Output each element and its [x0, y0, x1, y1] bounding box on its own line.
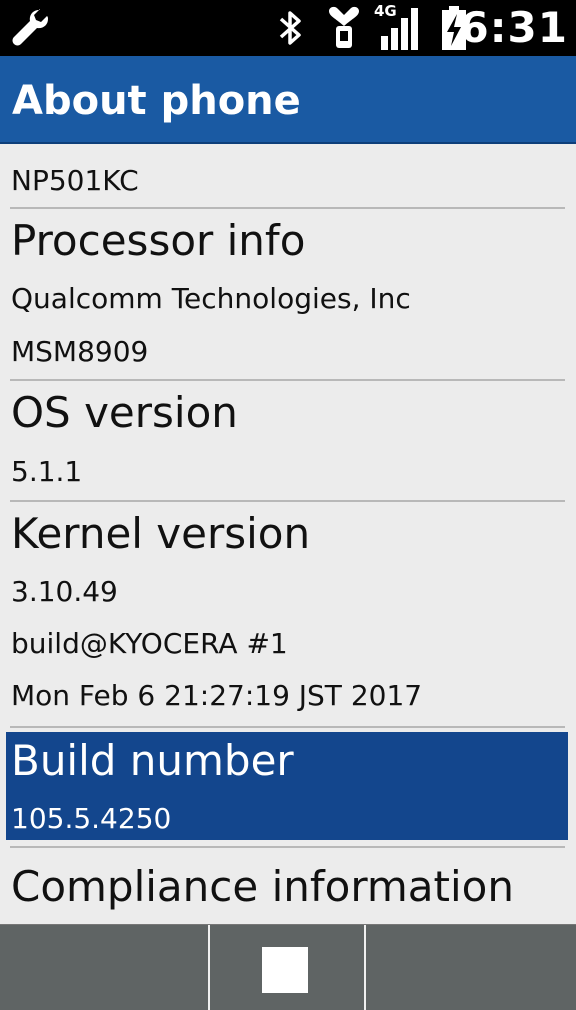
left-soft-key[interactable] [0, 925, 208, 1010]
list-item-model[interactable]: NP501KC [0, 144, 576, 208]
status-bar: 4G 6:31 [0, 0, 576, 56]
processor-chip: MSM8909 [11, 335, 149, 368]
os-version-value: 5.1.1 [11, 455, 83, 488]
kernel-build-host: build@KYOCERA #1 [11, 627, 288, 660]
list-item-processor[interactable]: Processor info Qualcomm Technologies, In… [0, 209, 576, 379]
list-item-os-version[interactable]: OS version 5.1.1 [0, 381, 576, 499]
kernel-version-number: 3.10.49 [11, 575, 118, 608]
compliance-title: Compliance information [11, 862, 514, 911]
kernel-version-title: Kernel version [11, 509, 311, 558]
nav-bar [0, 924, 576, 1010]
heart-icon [322, 0, 366, 56]
list-item-compliance[interactable]: Compliance information [0, 848, 576, 924]
network-type-label: 4G [374, 2, 397, 20]
kernel-build-date: Mon Feb 6 21:27:19 JST 2017 [11, 679, 423, 712]
right-soft-key[interactable] [366, 925, 576, 1010]
model-value: NP501KC [11, 164, 139, 197]
processor-vendor: Qualcomm Technologies, Inc [11, 282, 411, 315]
screen: 4G 6:31 About phone NP501KC Processor in… [0, 0, 576, 1010]
os-version-title: OS version [11, 388, 238, 437]
build-number-title: Build number [11, 736, 294, 785]
status-time: 6:31 [459, 3, 568, 52]
list-item-kernel-version[interactable]: Kernel version 3.10.49 build@KYOCERA #1 … [0, 502, 576, 726]
processor-title: Processor info [11, 216, 306, 265]
bluetooth-icon [270, 0, 310, 56]
page-title: About phone [12, 78, 301, 124]
build-number-value: 105.5.4250 [11, 802, 172, 835]
center-key[interactable] [210, 925, 364, 1010]
divider [10, 726, 565, 728]
signal-icon: 4G [372, 0, 428, 56]
square-icon [262, 947, 308, 993]
wrench-icon [6, 0, 56, 56]
action-bar: About phone [0, 56, 576, 144]
